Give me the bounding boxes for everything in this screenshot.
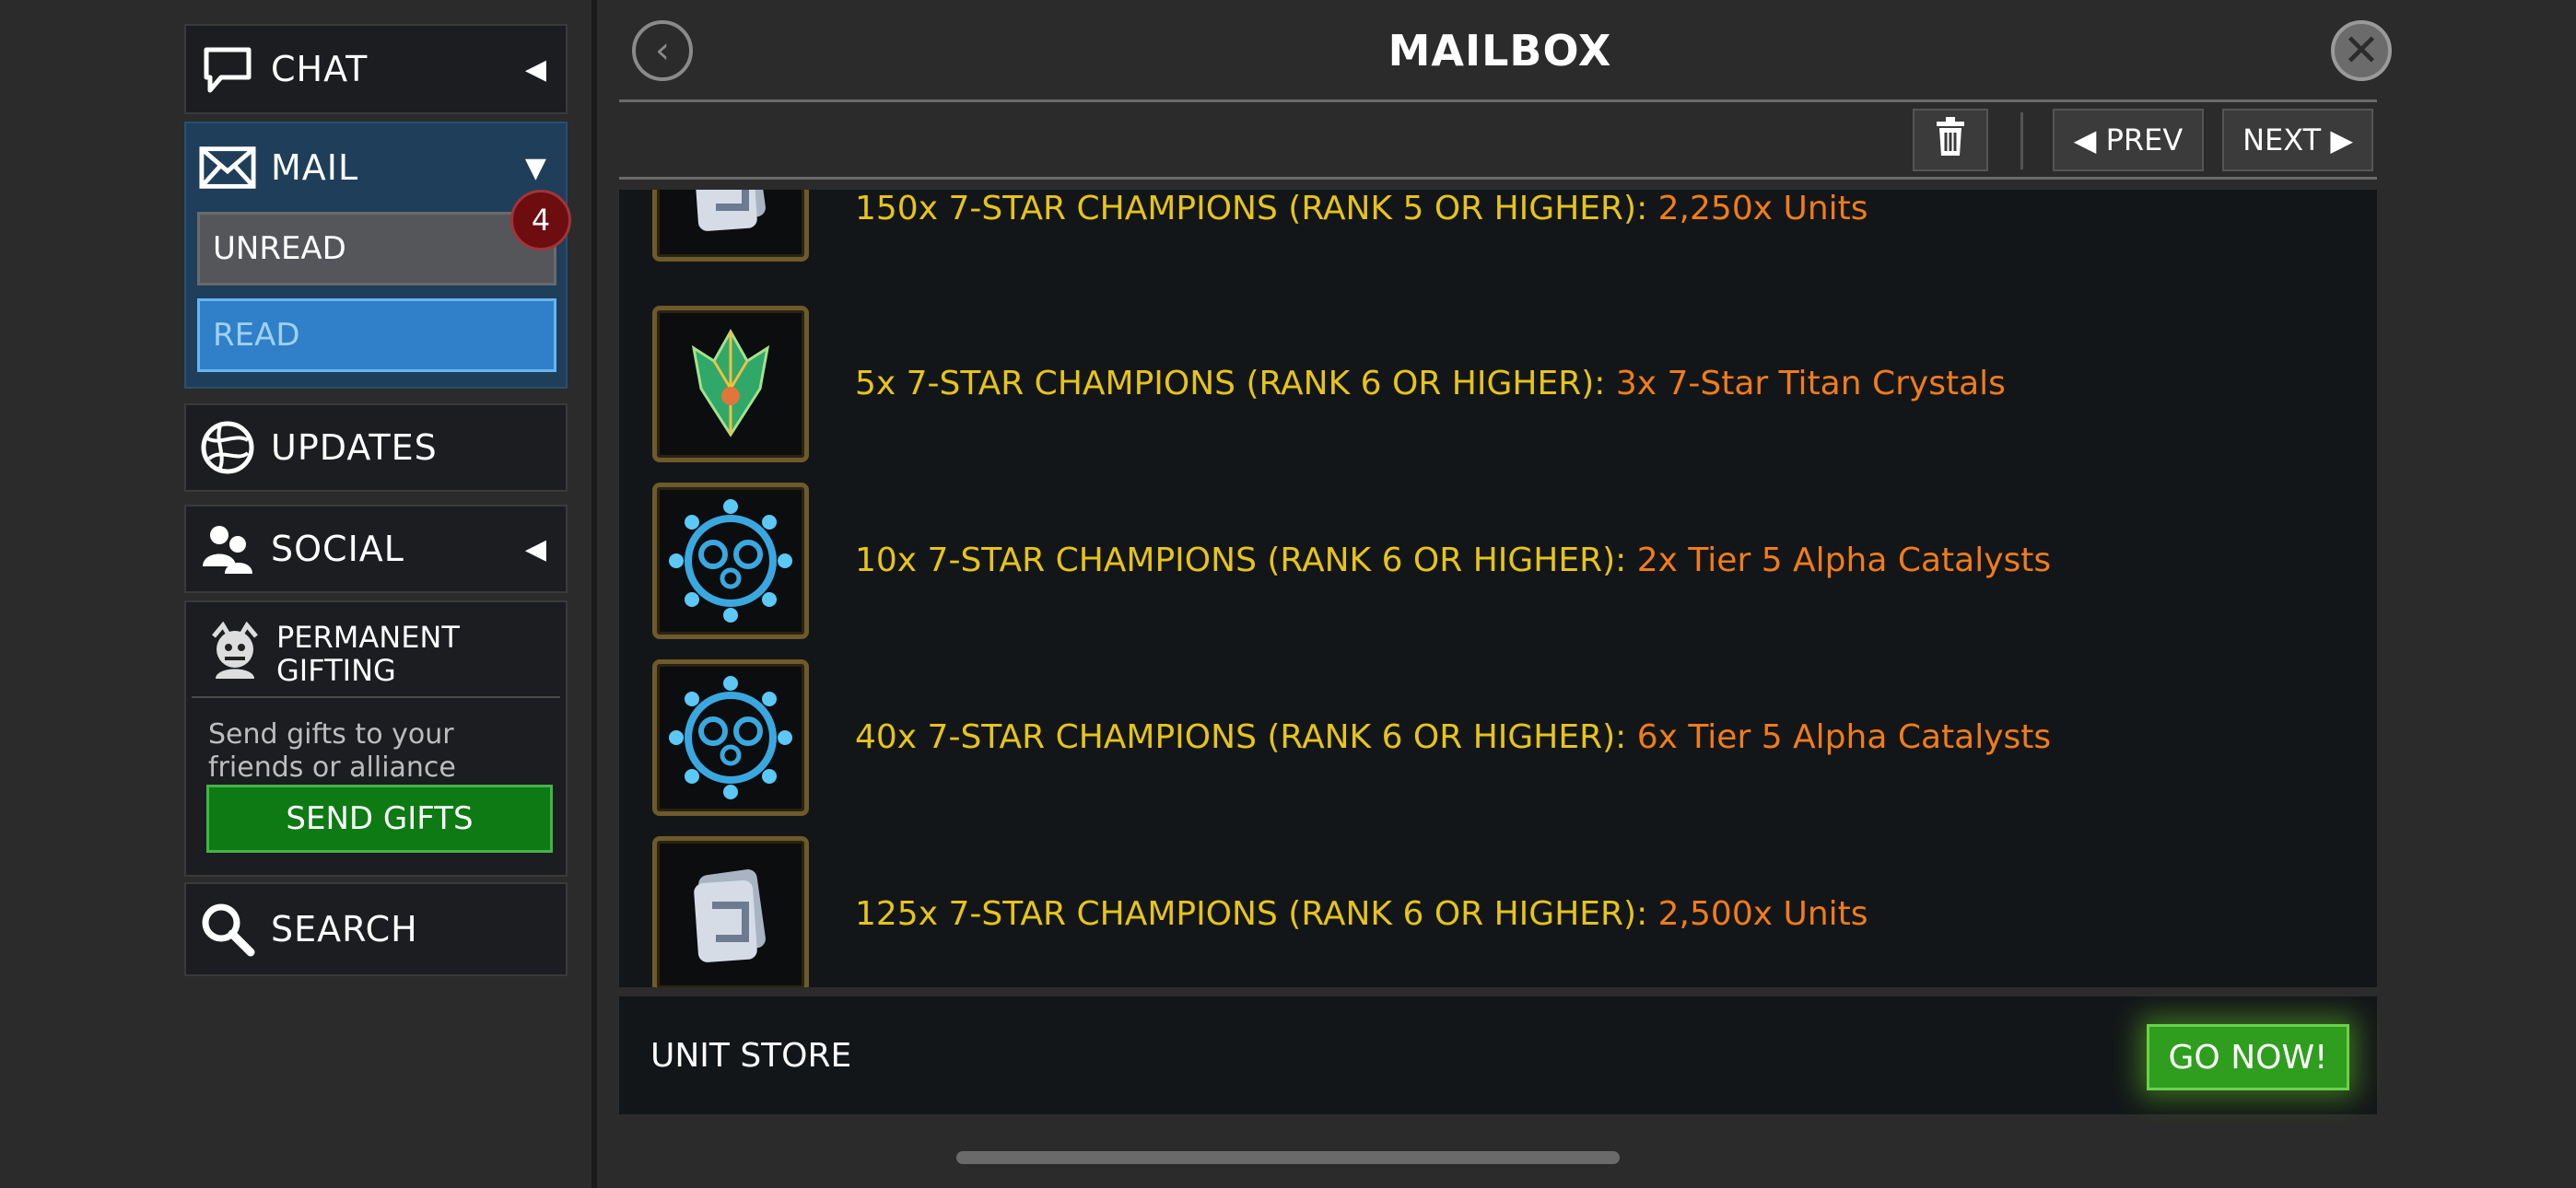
chevron-left-icon: ‹ — [655, 29, 670, 72]
sidebar-item-mail[interactable]: MAIL ▼ UNREAD READ 4 — [184, 122, 571, 389]
reward-row-text: 10x 7-STAR CHAMPIONS (RANK 6 OR HIGHER):… — [855, 542, 2052, 579]
next-button[interactable]: NEXT ▶ — [2222, 109, 2373, 171]
sidebar-item-chat[interactable]: CHAT ◀ — [184, 24, 568, 114]
sidebar-item-search[interactable]: SEARCH — [184, 882, 568, 976]
reward-row-text: 150x 7-STAR CHAMPIONS (RANK 5 OR HIGHER)… — [855, 190, 1868, 227]
gifting-title-line2: GIFTING — [276, 653, 396, 688]
prev-button[interactable]: ◀ PREV — [2053, 109, 2204, 171]
unit-store-label: UNIT STORE — [650, 1037, 852, 1075]
chat-label: CHAT — [271, 49, 369, 89]
globe-icon — [199, 419, 256, 476]
titan-crystal-icon — [652, 306, 809, 462]
reward-rows: 150x 7-STAR CHAMPIONS (RANK 5 OR HIGHER)… — [619, 190, 2377, 987]
gift-mascot-icon — [205, 621, 265, 686]
home-indicator[interactable] — [956, 1151, 1620, 1164]
envelope-icon — [199, 139, 256, 196]
unread-count-badge: 4 — [510, 190, 571, 250]
reward-row-text: 40x 7-STAR CHAMPIONS (RANK 6 OR HIGHER):… — [855, 718, 2052, 756]
unread-label: UNREAD — [213, 230, 346, 267]
read-tab[interactable]: READ — [197, 298, 556, 372]
toolbar-separator — [2020, 112, 2023, 169]
unread-tab[interactable]: UNREAD — [197, 212, 556, 285]
caret-left-icon: ◀ — [524, 52, 547, 86]
social-label: SOCIAL — [271, 529, 404, 569]
sidebar-divider — [591, 0, 597, 1188]
gifting-title-line1: PERMANENT — [276, 620, 460, 655]
reward-row-text: 5x 7-STAR CHAMPIONS (RANK 6 OR HIGHER): … — [855, 365, 2006, 402]
reward-row-text: 125x 7-STAR CHAMPIONS (RANK 6 OR HIGHER)… — [855, 895, 1868, 933]
header-divider — [619, 99, 2377, 102]
unit-store-bar: UNIT STORE GO NOW! — [619, 996, 2377, 1114]
close-icon: ✕ — [2342, 25, 2381, 76]
trash-icon — [1935, 116, 1966, 164]
alpha-catalyst-icon — [652, 483, 809, 639]
send-gifts-button[interactable]: SEND GIFTS — [206, 785, 553, 853]
units-icon — [652, 836, 809, 987]
units-icon — [652, 190, 809, 262]
mail-label: MAIL — [271, 147, 359, 188]
sidebar-item-social[interactable]: SOCIAL ◀ — [184, 505, 568, 593]
close-button[interactable]: ✕ — [2331, 20, 2392, 81]
search-icon — [199, 901, 256, 958]
sidebar-item-updates[interactable]: UPDATES — [184, 403, 568, 492]
caret-left-icon: ◀ — [524, 532, 547, 565]
updates-label: UPDATES — [271, 427, 438, 468]
alpha-catalyst-icon — [652, 659, 809, 816]
permanent-gifting-panel: PERMANENT GIFTING Send gifts to your fri… — [184, 600, 568, 877]
go-now-button[interactable]: GO NOW! — [2147, 1024, 2349, 1090]
toolbar-divider — [619, 177, 2377, 180]
page-title: MAILBOX — [1388, 26, 1612, 76]
search-label: SEARCH — [271, 909, 418, 949]
people-icon — [199, 520, 256, 577]
back-button[interactable]: ‹ — [632, 20, 693, 81]
caret-down-icon: ▼ — [524, 151, 547, 184]
delete-button[interactable] — [1913, 109, 1988, 171]
speech-bubble-icon — [199, 41, 256, 98]
read-label: READ — [213, 317, 300, 354]
